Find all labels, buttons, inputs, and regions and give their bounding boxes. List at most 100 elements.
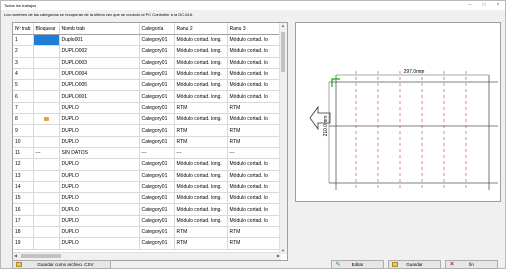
cell-name: DUPLO: [59, 203, 140, 216]
cell-lock: [33, 203, 60, 216]
cell-ranu2: Módulo cortad. long.: [174, 45, 228, 58]
cell-ranu3: Módulo cortad. lo: [227, 45, 282, 58]
cell-ranu3: Módulo cortad. lo: [227, 113, 282, 126]
cell-lock: [33, 102, 60, 115]
table-row[interactable]: 6 DUPLO001 Category01 Módulo cortad. long. M…: [13, 90, 282, 103]
col-header-category[interactable]: Categoría: [139, 23, 175, 35]
cell-ranu2: Módulo cortad. long.: [174, 181, 228, 194]
vertical-scroll-thumb[interactable]: [281, 32, 285, 72]
table-row[interactable]: 19 DUPLO Category01 RTM RTM: [13, 237, 282, 250]
cut-guides: [355, 71, 467, 190]
table-row[interactable]: 13 DUPLO Category01 Módulo cortad. long. Mód…: [13, 170, 282, 182]
table-row[interactable]: 18 DUPLO Category01 RTM RTM: [13, 226, 282, 239]
cell-num: 4: [13, 68, 34, 81]
minimize-button[interactable]: –: [463, 2, 477, 9]
table-row[interactable]: 10 DUPLO Category01 RTM RTM: [13, 136, 282, 148]
cell-name: DUPLO: [59, 113, 140, 126]
cell-lock: [33, 237, 60, 250]
edit-button[interactable]: ✎ Editar: [331, 260, 384, 269]
cell-ranu2: Módulo cortad. long.: [174, 113, 228, 126]
table-row[interactable]: 12 DUPLO Category01 Módulo cortad. long. Mód…: [13, 158, 282, 171]
table-row[interactable]: 15 DUPLO Category01 Módulo cortad. long. Mód…: [13, 192, 282, 205]
cell-category: Category01: [139, 45, 175, 58]
cell-num: 8: [13, 113, 34, 126]
cell-ranu2: Módulo cortad. long.: [174, 215, 228, 228]
cell-num: 13: [13, 170, 34, 182]
scroll-left-icon[interactable]: ◀: [14, 253, 17, 259]
cell-ranu3: RTM: [227, 124, 282, 137]
height-label: 210.0mm: [323, 116, 329, 137]
cell-lock: [33, 192, 60, 205]
table-row[interactable]: 14 DUPLO Category01 Módulo cortad. long. Mód…: [13, 181, 282, 194]
maximize-button[interactable]: □: [477, 2, 491, 9]
cell-num: 5: [13, 79, 34, 92]
cell-category: Category01: [139, 124, 175, 137]
cell-ranu3: Módulo cortad. lo: [227, 34, 282, 47]
cell-lock: [33, 79, 60, 92]
cell-name: DUPLO: [59, 192, 140, 205]
cell-name: DUPLO: [59, 226, 140, 239]
col-header-num[interactable]: Nº trab: [13, 23, 34, 35]
cell-lock: [33, 45, 60, 58]
layout-preview-drawing: 297.0mm 210.0mm: [309, 69, 498, 190]
cell-num: 16: [13, 203, 34, 216]
cell-category: Category01: [139, 237, 175, 250]
table-row[interactable]: 3 DUPLO003 Category01 Módulo cortad. long. M…: [13, 57, 282, 69]
table-row[interactable]: 17 DUPLO Category01 Módulo cortad. long. Mód…: [13, 215, 282, 228]
cell-lock: [33, 90, 60, 103]
cell-ranu3: Módulo cortad. lo: [227, 79, 282, 92]
table-row[interactable]: 4 DUPLO004 Category01 Módulo cortad. long. M…: [13, 68, 282, 81]
end-button[interactable]: × fin: [445, 260, 498, 269]
table-row[interactable]: 2 DUPLO002 Category01 Módulo cortad. long. M…: [13, 45, 282, 58]
cell-lock: [33, 226, 60, 239]
table-row[interactable]: 16 DUPLO Category01 Módulo cortad. long. Mód…: [13, 203, 282, 216]
cell-name: DUPLO: [59, 170, 140, 182]
cell-ranu3: Módulo cortad. lo: [227, 68, 282, 81]
col-header-ranu3[interactable]: Ranu 3: [227, 23, 282, 35]
cell-lock: ---: [33, 147, 60, 160]
cell-name: DUPLO: [59, 124, 140, 137]
cell-num: 18: [13, 226, 34, 239]
scroll-down-icon[interactable]: ▼: [281, 248, 285, 254]
cell-category: Category01: [139, 79, 175, 92]
cell-name: DUPLO: [59, 158, 140, 171]
table-row[interactable]: 11 --- SIN DATOS --- --- ---: [13, 147, 282, 160]
cell-num: 6: [13, 90, 34, 103]
table-row[interactable]: 9 DUPLO Category01 RTM RTM: [13, 124, 282, 137]
cell-category: Category01: [139, 215, 175, 228]
cell-ranu2: RTM: [174, 226, 228, 239]
scroll-right-icon[interactable]: ▶: [277, 253, 280, 259]
close-button[interactable]: ×: [491, 2, 505, 9]
cell-ranu3: RTM: [227, 102, 282, 115]
horizontal-scroll-thumb[interactable]: [21, 254, 61, 258]
horizontal-scrollbar[interactable]: ◀ ▶: [13, 252, 281, 260]
window-title: Todos los trabajos: [4, 3, 37, 8]
save-csv-button[interactable]: Guardar como archivo .CSV: [12, 260, 111, 269]
cell-name: DUPLO: [59, 237, 140, 250]
cell-ranu3: RTM: [227, 237, 282, 250]
cell-num: 10: [13, 136, 34, 148]
cell-ranu2: Módulo cortad. long.: [174, 158, 228, 171]
cell-num: 12: [13, 158, 34, 171]
table-row[interactable]: 8 DUPLO Category01 Módulo cortad. long. Módu…: [13, 113, 282, 126]
scroll-up-icon[interactable]: ▲: [281, 23, 285, 29]
col-header-lock[interactable]: Bloquear: [33, 23, 60, 35]
cell-ranu3: Módulo cortad. lo: [227, 90, 282, 103]
table-row[interactable]: 7 DUPLO Category01 RTM RTM: [13, 102, 282, 115]
title-bar: Todos los trabajos – □ ×: [1, 1, 505, 10]
cell-ranu2: Módulo cortad. long.: [174, 90, 228, 103]
table-row[interactable]: 5 DUPLO005 Category01 Módulo cortad. long. M…: [13, 79, 282, 92]
cell-category: Category01: [139, 158, 175, 171]
cell-lock: [33, 215, 60, 228]
folder-icon: [16, 262, 22, 267]
vertical-scrollbar[interactable]: ▲ ▼: [279, 23, 287, 254]
cell-category: Category01: [139, 57, 175, 69]
col-header-name[interactable]: Nomb trab: [59, 23, 140, 35]
cell-num: 19: [13, 237, 34, 250]
save-button[interactable]: Guardar: [388, 260, 441, 269]
cell-lock: [33, 124, 60, 137]
width-label: 297.0mm: [404, 69, 425, 75]
table-row[interactable]: 1 Duplo001 Category01 Módulo cortad. long. M…: [13, 34, 282, 47]
col-header-ranu2[interactable]: Ranu 2: [174, 23, 228, 35]
cell-name: DUPLO005: [59, 79, 140, 92]
